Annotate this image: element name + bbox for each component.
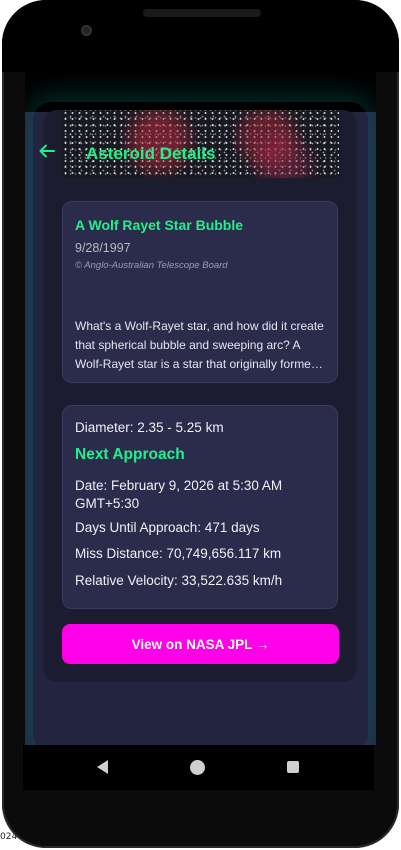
days-until-text: Days Until Approach: 471 days <box>75 520 260 535</box>
miss-distance-text: Miss Distance: 70,749,656.117 km <box>75 546 282 561</box>
nav-home-icon[interactable] <box>190 760 205 775</box>
page-title: Asteroid Details <box>86 144 216 163</box>
diameter-text: Diameter: 2.35 - 5.25 km <box>75 420 224 435</box>
speaker-grille <box>143 9 261 17</box>
system-nav-bar <box>23 745 374 790</box>
apod-card: A Wolf Rayet Star Bubble 9/28/1997 © Ang… <box>62 201 338 383</box>
apod-credit: © Anglo-Australian Telescope Board <box>75 260 228 271</box>
asteroid-info-card: Diameter: 2.35 - 5.25 km Next Approach D… <box>62 405 338 609</box>
view-nasa-jpl-button[interactable]: View on NASA JPL → <box>62 624 339 664</box>
front-camera <box>81 25 92 36</box>
next-approach-heading: Next Approach <box>75 446 185 463</box>
app-screen: A Wolf Rayet Star Bubble 9/28/1997 © Ang… <box>25 72 376 745</box>
relative-velocity-text: Relative Velocity: 33,522.635 km/h <box>75 573 283 588</box>
apod-date: 9/28/1997 <box>75 241 131 255</box>
phone-frame: A Wolf Rayet Star Bubble 9/28/1997 © Ang… <box>2 0 399 848</box>
apod-title: A Wolf Rayet Star Bubble <box>75 217 244 233</box>
app-bar: Asteroid Details <box>25 112 376 172</box>
apod-description: What's a Wolf-Rayet star, and how did it… <box>75 319 324 371</box>
corner-text: 024- <box>0 832 21 842</box>
arrow-left-icon[interactable] <box>38 142 56 160</box>
nav-back-icon[interactable] <box>97 760 108 774</box>
approach-date-text: Date: February 9, 2026 at 5:30 AM GMT+5:… <box>75 478 283 511</box>
nav-recents-icon[interactable] <box>287 761 299 773</box>
